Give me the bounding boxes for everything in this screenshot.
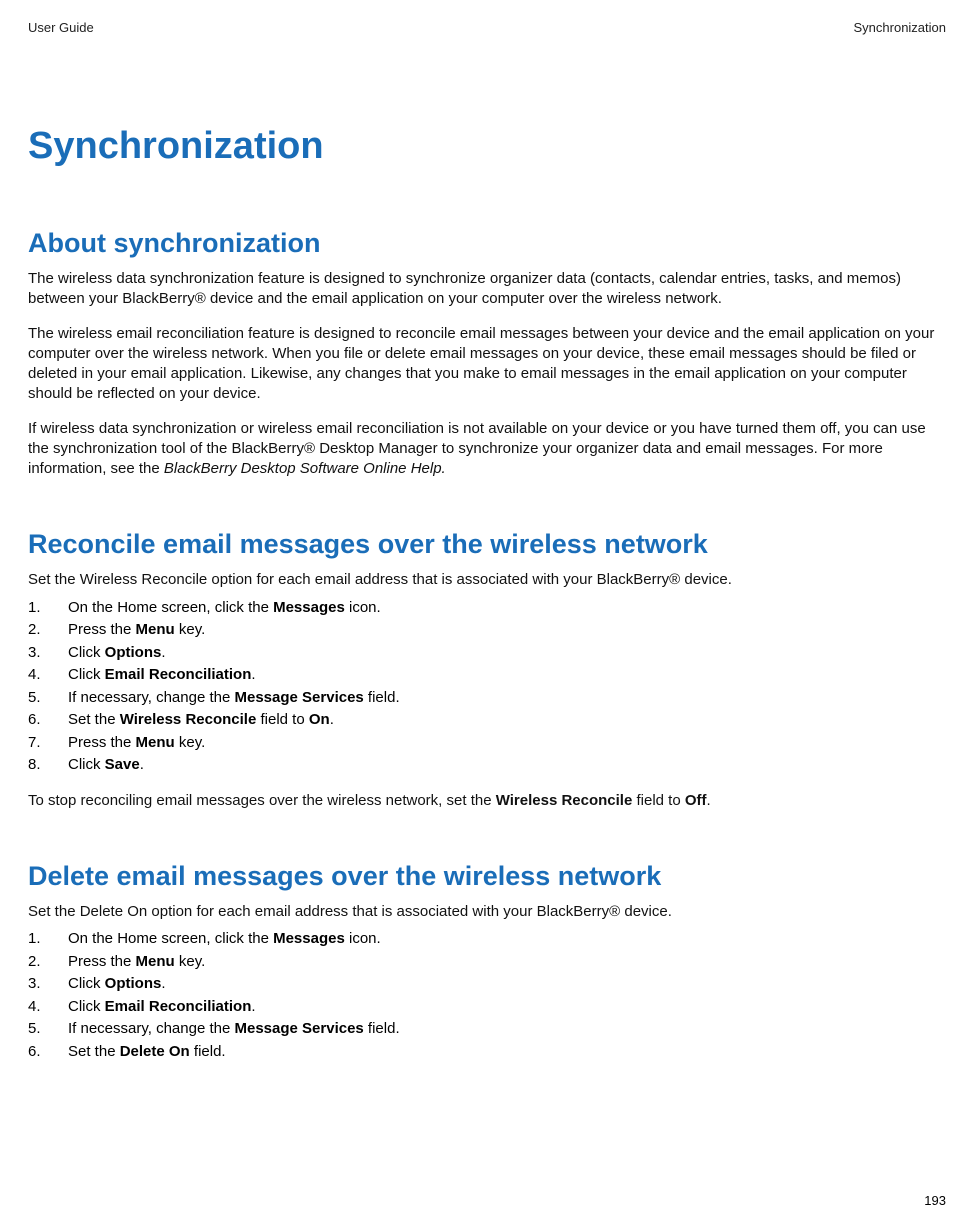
delete-heading: Delete email messages over the wireless … xyxy=(28,861,946,892)
header-left: User Guide xyxy=(28,20,94,35)
about-paragraph-3: If wireless data synchronization or wire… xyxy=(28,419,946,480)
about-p3-italic: BlackBerry Desktop Software Online Help. xyxy=(164,460,446,477)
page-header: User Guide Synchronization xyxy=(28,20,946,35)
reconcile-heading: Reconcile email messages over the wirele… xyxy=(28,529,946,560)
list-item: If necessary, change the Message Service… xyxy=(28,687,946,710)
page-title: Synchronization xyxy=(28,125,946,168)
list-item: Click Options. xyxy=(28,973,946,996)
page-number: 193 xyxy=(924,1193,946,1208)
list-item: Click Save. xyxy=(28,754,946,777)
list-item: Set the Wireless Reconcile field to On. xyxy=(28,709,946,732)
list-item: Set the Delete On field. xyxy=(28,1041,946,1064)
list-item: Press the Menu key. xyxy=(28,732,946,755)
list-item: Click Options. xyxy=(28,642,946,665)
list-item: On the Home screen, click the Messages i… xyxy=(28,928,946,951)
reconcile-outro: To stop reconciling email messages over … xyxy=(28,791,946,811)
list-item: Press the Menu key. xyxy=(28,951,946,974)
about-paragraph-2: The wireless email reconciliation featur… xyxy=(28,324,946,405)
list-item: Click Email Reconciliation. xyxy=(28,664,946,687)
about-heading: About synchronization xyxy=(28,228,946,259)
reconcile-steps: On the Home screen, click the Messages i… xyxy=(28,597,946,777)
list-item: If necessary, change the Message Service… xyxy=(28,1018,946,1041)
list-item: Press the Menu key. xyxy=(28,619,946,642)
header-right: Synchronization xyxy=(854,20,947,35)
delete-intro: Set the Delete On option for each email … xyxy=(28,902,946,922)
list-item: Click Email Reconciliation. xyxy=(28,996,946,1019)
about-p3-text: If wireless data synchronization or wire… xyxy=(28,420,926,478)
list-item: On the Home screen, click the Messages i… xyxy=(28,597,946,620)
about-paragraph-1: The wireless data synchronization featur… xyxy=(28,269,946,310)
delete-steps: On the Home screen, click the Messages i… xyxy=(28,928,946,1063)
reconcile-intro: Set the Wireless Reconcile option for ea… xyxy=(28,570,946,590)
